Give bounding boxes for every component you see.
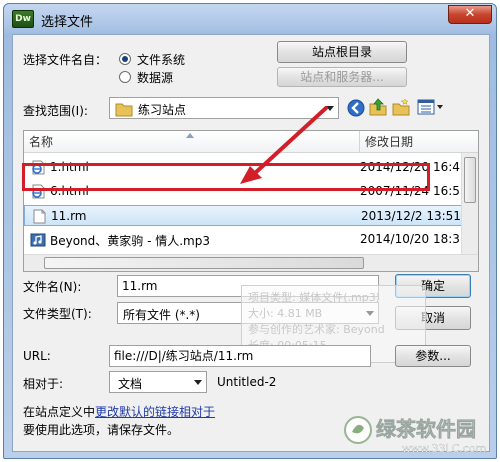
svg-text:www.33LC.com: www.33LC.com — [402, 442, 486, 455]
svg-text:绿茶软件园: 绿茶软件园 — [376, 417, 476, 441]
watermark-logo: 绿茶软件园 www.33LC.com — [344, 416, 486, 455]
annotation-arrow-icon — [240, 106, 328, 184]
